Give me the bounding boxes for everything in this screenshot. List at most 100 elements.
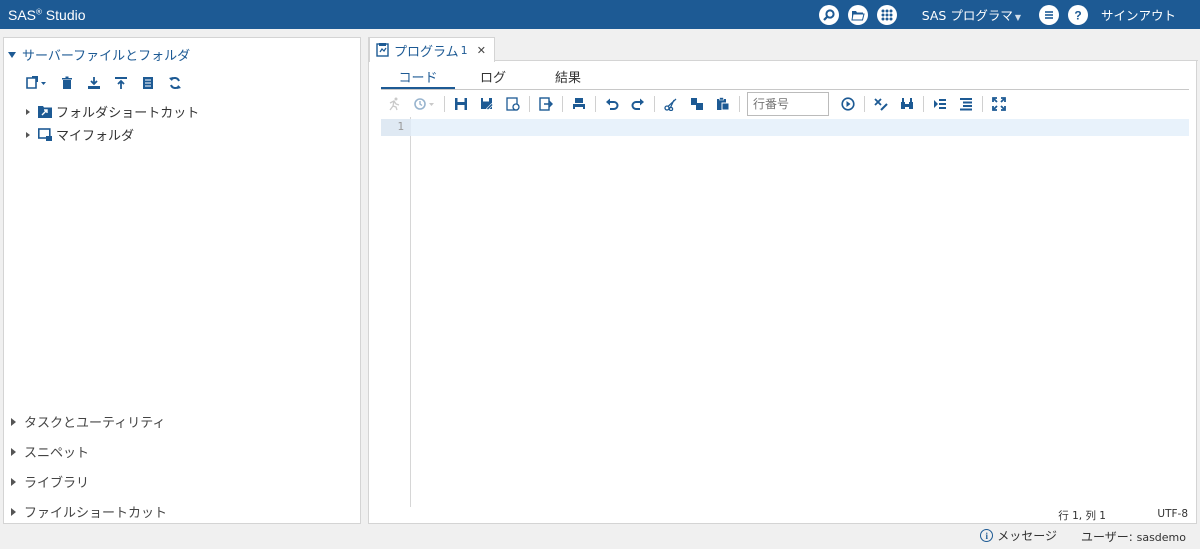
info-icon: i [980,529,994,542]
save-as-icon[interactable] [479,96,495,112]
sign-out-link[interactable]: サインアウト [1101,5,1176,24]
section-server-files-label: サーバーファイルとフォルダ [22,49,191,64]
cut-icon[interactable] [663,96,679,112]
navigation-pane: サーバーファイルとフォルダ フォルダショートカット マイフォルダ タスクとユーテ… [3,37,361,524]
user-info: ユーザー: sasdemo [1081,528,1186,545]
redo-icon[interactable] [630,96,646,112]
toolbar-separator [864,96,865,112]
history-icon[interactable] [412,96,436,112]
file-encoding: UTF-8 [1157,508,1188,520]
work-area: プログラム 1 ✕ コード ログ 結果 行番号 1 行 1, 列 1 UTF-8 [368,37,1198,524]
chevron-down-icon: ▼ [1014,13,1021,22]
my-folder-icon [38,128,52,141]
editor-subtabs: コード ログ 結果 [381,67,605,89]
toolbar-separator [595,96,596,112]
cursor-position: 行 1, 列 1 [1058,510,1106,522]
tree-item-label: マイフォルダ [56,129,135,144]
copy-icon[interactable] [689,96,705,112]
messages-link[interactable]: i メッセージ [980,527,1057,544]
tab-program-1[interactable]: プログラム 1 ✕ [369,37,495,62]
user-label: ユーザー: [1080,530,1137,544]
open-folder-icon[interactable] [847,4,868,25]
close-icon[interactable]: ✕ [477,44,486,57]
code-editor[interactable]: 1 [381,117,1189,507]
folder-shortcut-icon [38,106,52,118]
program-menu-label: SAS プログラマ [921,8,1013,23]
clear-icon[interactable] [873,96,889,112]
editor-status-bar: 行 1, 列 1 UTF-8 [369,506,1196,523]
top-bar: SAS® Studio SAS プログラマ ▼ ? サインアウト [0,0,1200,29]
section-label: ファイルショートカット [24,506,168,521]
save-lock-icon[interactable] [505,96,521,112]
delete-icon[interactable] [59,75,75,91]
tab-number: 1 [460,43,468,57]
undo-icon[interactable] [604,96,620,112]
new-item-icon[interactable] [24,75,48,91]
section-libraries[interactable]: ライブラリ [11,472,89,491]
messages-label: メッセージ [997,529,1057,543]
section-label: スニペット [24,446,90,461]
bottom-bar: i メッセージ ユーザー: sasdemo [0,524,1200,549]
program-menu[interactable]: SAS プログラマ ▼ [922,5,1021,24]
toolbar-separator [739,96,740,112]
refresh-icon[interactable] [167,75,183,91]
toolbar-separator [562,96,563,112]
expand-right-icon [11,507,16,516]
help-icon[interactable]: ? [1067,4,1088,25]
tree-item-my-folder[interactable]: マイフォルダ [26,125,134,144]
expand-right-icon [11,447,16,456]
subtab-results[interactable]: 結果 [531,67,605,89]
file-toolbar [24,75,194,91]
editor-toolbar [381,92,1189,116]
tree-item-label: フォルダショートカット [56,106,200,121]
expand-right-icon [26,131,30,138]
section-file-shortcuts[interactable]: ファイルショートカット [11,502,167,521]
subtab-code[interactable]: コード [381,67,455,89]
go-to-line-icon[interactable] [840,96,856,112]
line-number-gutter: 1 [381,117,411,507]
expand-right-icon [11,417,16,426]
download-icon[interactable] [86,75,102,91]
current-line-gutter [381,119,411,136]
export-icon[interactable] [538,96,554,112]
indent-icon[interactable] [932,96,948,112]
toolbar-separator [654,96,655,112]
brand-suffix: Studio [41,6,86,23]
app-brand: SAS® Studio [8,7,86,23]
print-icon[interactable] [571,96,587,112]
subtab-divider [381,89,1189,90]
tab-title: プログラム [394,44,459,60]
expand-right-icon [26,108,30,115]
toolbar-separator [982,96,983,112]
section-label: タスクとユーティリティ [24,416,166,431]
brand-name: SAS [8,6,37,23]
maximize-icon[interactable] [991,96,1007,112]
line-number-input[interactable] [747,92,829,116]
section-label: ライブラリ [24,476,90,491]
tree-item-folder-shortcuts[interactable]: フォルダショートカット [26,102,199,121]
svg-text:?: ? [1074,8,1081,22]
toolbar-separator [923,96,924,112]
properties-icon[interactable] [140,75,156,91]
section-snippets[interactable]: スニペット [11,442,89,461]
current-line-highlight [381,119,1189,136]
run-icon[interactable] [386,96,402,112]
list-menu-icon[interactable] [1038,4,1059,25]
toolbar-separator [444,96,445,112]
program-file-icon [376,43,389,57]
section-tasks-utilities[interactable]: タスクとユーティリティ [11,412,165,431]
save-icon[interactable] [453,96,469,112]
upload-icon[interactable] [113,75,129,91]
format-code-icon[interactable] [958,96,974,112]
find-replace-icon[interactable] [899,96,915,112]
expand-right-icon [11,477,16,486]
section-server-files[interactable]: サーバーファイルとフォルダ [8,45,190,64]
apps-grid-icon[interactable] [876,4,897,25]
user-name: sasdemo [1136,531,1186,544]
subtab-log[interactable]: ログ [455,67,531,89]
line-number: 1 [397,120,404,133]
paste-icon[interactable] [715,96,731,112]
expand-down-icon [8,51,16,58]
search-icon[interactable] [818,4,839,25]
toolbar-separator [529,96,530,112]
